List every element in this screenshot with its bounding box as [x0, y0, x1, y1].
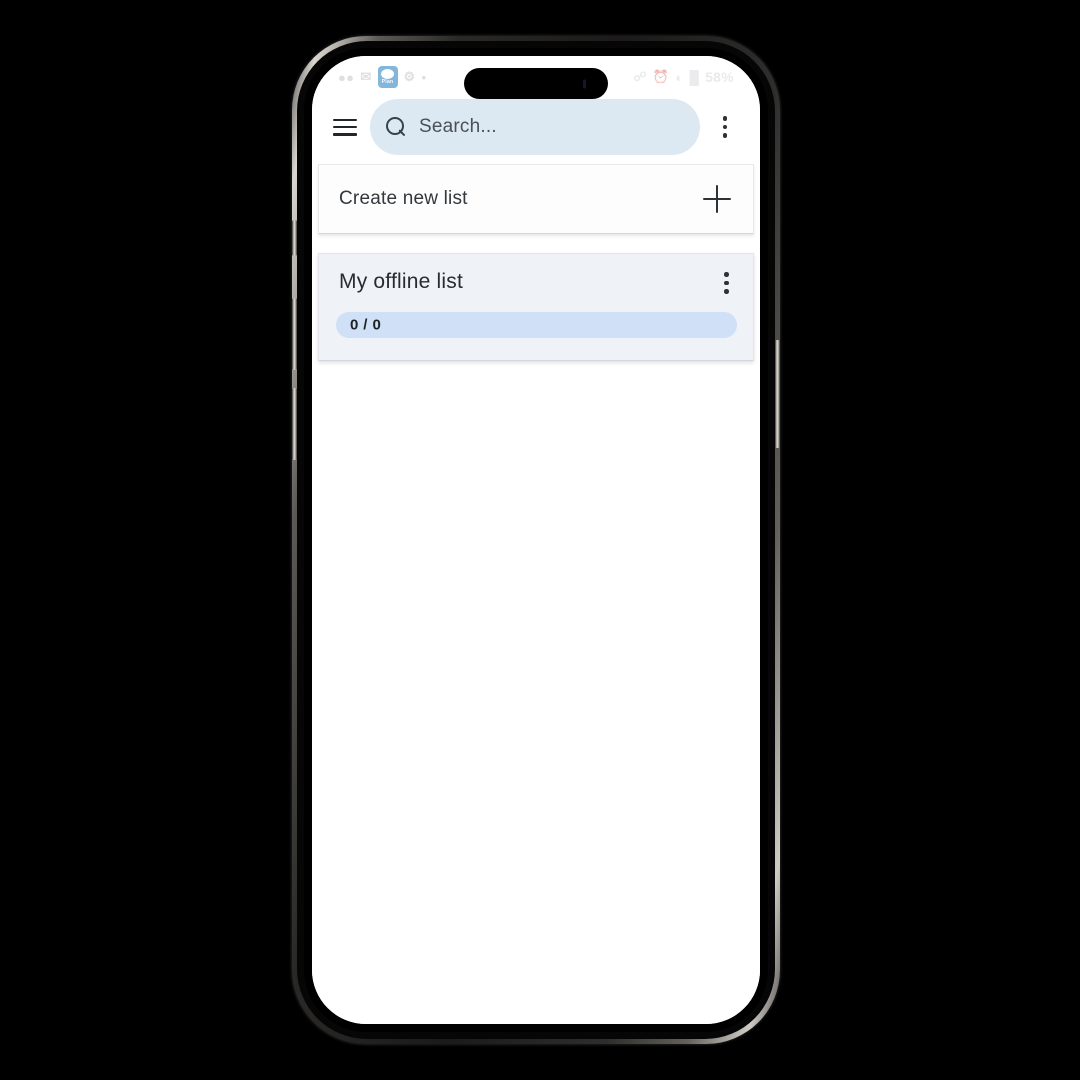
- create-new-list-label: Create new list: [339, 188, 468, 209]
- appbar-overflow-menu-button[interactable]: [704, 106, 746, 148]
- more-vertical-icon: [722, 116, 728, 138]
- wifi-icon: ◐: [675, 69, 684, 85]
- app-badge-icon: Plan: [377, 66, 398, 88]
- volume-down-button[interactable]: [292, 388, 297, 460]
- plus-icon[interactable]: [703, 185, 731, 213]
- mail-icon: ✉: [360, 69, 372, 84]
- notification-glyph-icon: ●●: [338, 69, 355, 85]
- app-badge-label: Plan: [381, 79, 394, 85]
- app-bar: Search...: [312, 90, 760, 164]
- hamburger-menu-button[interactable]: [324, 106, 366, 148]
- status-bar-left-icons: ●● ✉ Plan ⚙ •: [338, 66, 426, 88]
- hamburger-menu-icon: [333, 118, 357, 136]
- create-new-list-card[interactable]: Create new list: [318, 164, 754, 234]
- face-id-sensor-icon: [583, 79, 586, 88]
- list-item-title: My offline list: [339, 270, 463, 293]
- list-item[interactable]: My offline list 0 / 0: [318, 253, 754, 361]
- phone-screen: ●● ✉ Plan ⚙ • ☍ ⏰ ◐ █ 58% Search... Crea…: [312, 56, 760, 1024]
- status-bar-right-icons: ☍ ⏰ ◐ █ 58%: [633, 69, 734, 85]
- app-badge-dot: [381, 69, 395, 79]
- more-vertical-icon: [724, 272, 729, 294]
- smartphone-device: ●● ✉ Plan ⚙ • ☍ ⏰ ◐ █ 58% Search... Crea…: [292, 36, 780, 1044]
- list-progress-label: 0 / 0: [350, 316, 382, 334]
- list-progress-bar: 0 / 0: [336, 311, 737, 338]
- screenshot-canvas: ●● ✉ Plan ⚙ • ☍ ⏰ ◐ █ 58% Search... Crea…: [0, 0, 1080, 1080]
- dynamic-island: [464, 68, 608, 99]
- search-placeholder-text: Search...: [419, 116, 497, 137]
- signal-icon: █: [689, 69, 700, 85]
- silence-switch-button[interactable]: [292, 220, 297, 256]
- power-button[interactable]: [775, 340, 780, 448]
- settings-icon: ⚙: [403, 69, 416, 84]
- create-new-list-row[interactable]: Create new list: [319, 165, 753, 233]
- search-input[interactable]: Search...: [370, 99, 700, 155]
- dot-icon: •: [421, 69, 427, 85]
- list-item-header: My offline list: [319, 268, 753, 298]
- main-content: Create new list My offline list 0 / 0: [312, 164, 760, 1024]
- search-icon: [386, 116, 407, 138]
- alarm-icon: ⏰: [652, 69, 670, 84]
- volume-up-button[interactable]: [292, 298, 297, 370]
- list-item-overflow-menu-button[interactable]: [718, 268, 735, 298]
- bluetooth-icon: ☍: [633, 69, 647, 84]
- battery-percentage: 58%: [705, 69, 734, 85]
